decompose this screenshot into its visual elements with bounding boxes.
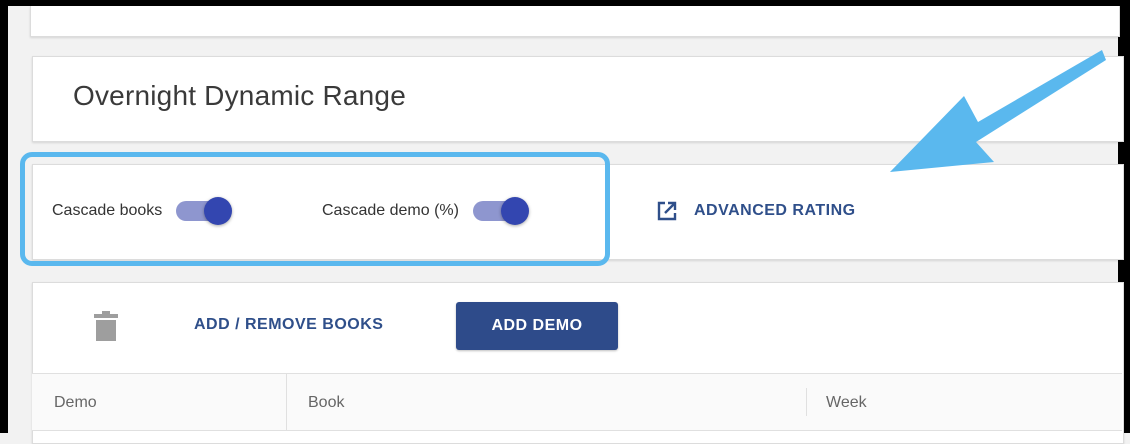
highlight-box xyxy=(20,152,610,266)
column-divider xyxy=(286,374,287,430)
top-card xyxy=(30,6,1120,37)
advanced-rating-label: ADVANCED RATING xyxy=(694,202,856,219)
add-demo-button[interactable]: ADD DEMO xyxy=(456,302,618,350)
column-header-demo[interactable]: Demo xyxy=(54,394,97,412)
page-title: Overnight Dynamic Range xyxy=(73,80,406,111)
add-remove-books-button[interactable]: ADD / REMOVE BOOKS xyxy=(194,316,383,334)
advanced-rating-button[interactable]: ADVANCED RATING xyxy=(656,196,856,226)
screenshot-frame-left xyxy=(0,0,8,433)
callout-arrow-icon xyxy=(890,50,1106,172)
column-header-week[interactable]: Week xyxy=(826,394,867,412)
trash-icon[interactable] xyxy=(94,311,118,346)
open-in-new-icon xyxy=(657,201,677,221)
column-divider xyxy=(806,388,807,416)
column-header-book[interactable]: Book xyxy=(308,394,344,412)
table-header: Demo Book Week xyxy=(32,373,1122,431)
